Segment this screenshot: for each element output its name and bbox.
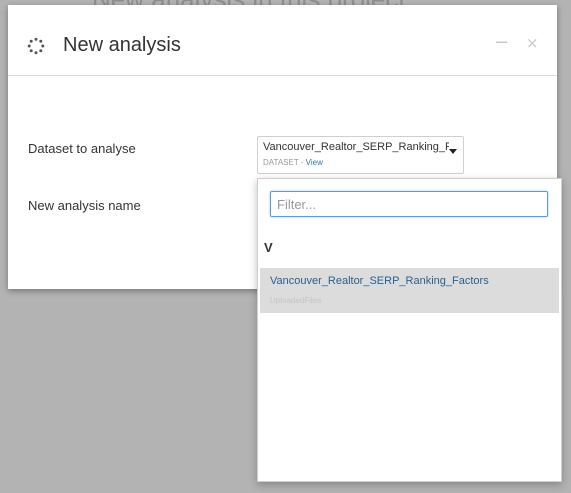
close-button[interactable]: ×	[526, 33, 539, 53]
dataset-option[interactable]: Vancouver_Realtor_SERP_Ranking_Factors U…	[260, 268, 559, 313]
dataset-type: DATASET	[263, 158, 299, 167]
group-header: V	[264, 240, 273, 255]
modal-header: New analysis − ×	[8, 5, 557, 76]
dataset-select[interactable]: Vancouver_Realtor_SERP_Ranking_Factors D…	[257, 136, 464, 174]
caret-down-icon	[449, 149, 457, 154]
dataset-option-name: Vancouver_Realtor_SERP_Ranking_Factors	[270, 275, 489, 287]
analysis-name-label: New analysis name	[28, 198, 141, 213]
dataset-select-value: Vancouver_Realtor_SERP_Ranking_Factors	[263, 141, 449, 153]
dataset-view-link[interactable]: View	[306, 158, 323, 167]
spinner-icon	[27, 37, 45, 55]
dataset-meta-separator: -	[298, 158, 306, 167]
dataset-meta: DATASET - View	[263, 158, 323, 167]
filter-input[interactable]	[270, 191, 548, 217]
dataset-dropdown: V Vancouver_Realtor_SERP_Ranking_Factors…	[257, 178, 562, 482]
minimize-button[interactable]: −	[494, 33, 509, 53]
dataset-label: Dataset to analyse	[28, 141, 136, 156]
dataset-option-subtitle: UploadedFiles	[270, 296, 322, 305]
modal-title: New analysis	[63, 34, 181, 56]
